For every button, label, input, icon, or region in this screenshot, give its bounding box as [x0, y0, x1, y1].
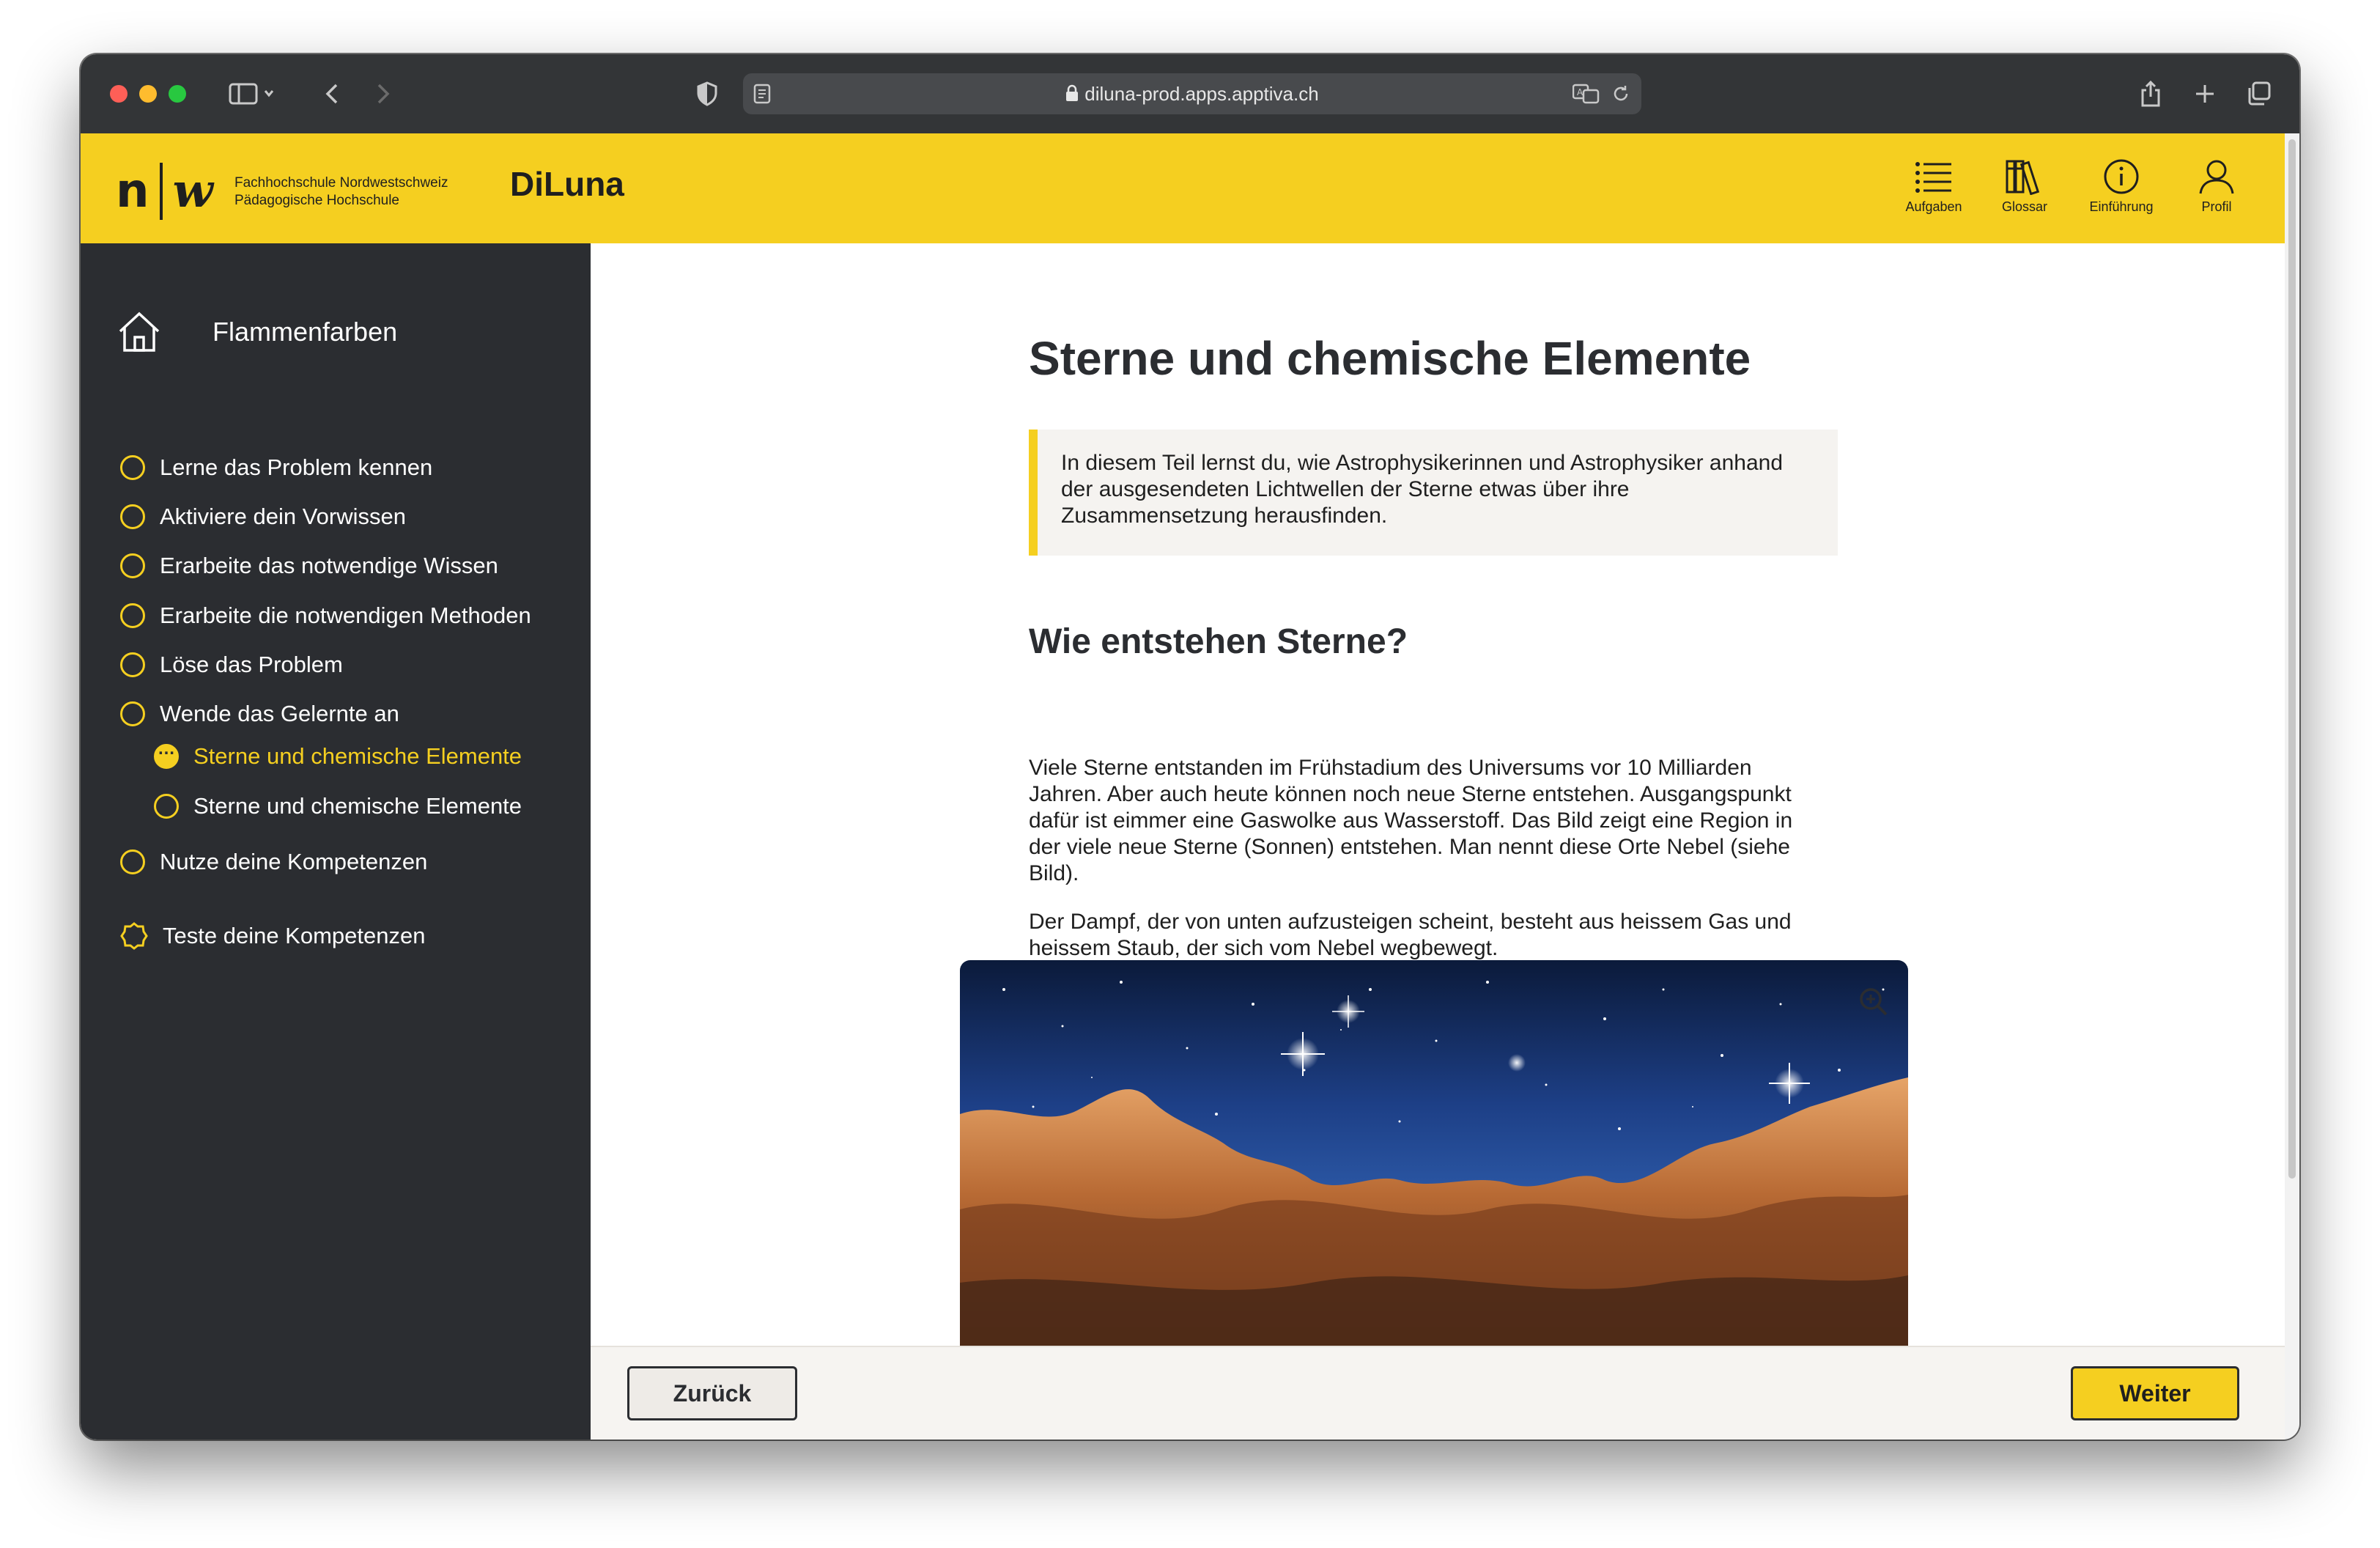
sidebar-subitem-sterne-active[interactable]: Sterne und chemische Elemente [154, 739, 522, 770]
list-icon [1915, 162, 1951, 193]
forward-nav-button[interactable] [365, 76, 402, 111]
nav-profil[interactable]: Profil [2176, 158, 2257, 215]
sidebar-item-label: Nutze deine Kompetenzen [160, 849, 428, 874]
in-progress-icon [154, 739, 179, 769]
chevron-left-icon [325, 84, 338, 104]
sidebar-item-label: Lerne das Problem kennen [160, 454, 433, 480]
scrollbar-thumb[interactable] [2288, 139, 2296, 1179]
sidebar-item-label: Wende das Gelernte an [160, 701, 399, 726]
svg-text:A: A [1577, 87, 1583, 97]
nav-einfuehrung-label: Einführung [2089, 199, 2154, 214]
next-button[interactable]: Weiter [2071, 1366, 2239, 1420]
progress-circle-icon [120, 849, 145, 874]
tab-overview-button[interactable] [2241, 76, 2277, 111]
school-line2: Pädagogische Hochschule [234, 193, 399, 208]
user-icon [2199, 160, 2234, 194]
progress-circle-icon [120, 652, 145, 677]
section-title: Wie entstehen Sterne? [1029, 622, 1408, 661]
nebula-picture [960, 960, 1908, 1346]
test-badge-icon [120, 922, 148, 950]
sidebar-item-label: Löse das Problem [160, 652, 343, 677]
sidebar-item-label: Erarbeite das notwendige Wissen [160, 553, 498, 578]
sidebar-title: Flammenfarben [212, 317, 398, 347]
chevron-right-icon [377, 84, 390, 104]
sidebar: Flammenfarben Lerne das Problem kennen A… [81, 243, 591, 1440]
sidebar-item-label: Aktiviere dein Vorwissen [160, 504, 406, 529]
reload-icon[interactable] [1611, 84, 1631, 108]
sidebar-item-methoden[interactable]: Erarbeite die notwendigen Methoden [120, 602, 531, 629]
sidebar-item-teste-kompetenzen[interactable]: Teste deine Kompetenzen [120, 922, 425, 950]
back-button[interactable]: Zurück [627, 1366, 797, 1420]
paragraph-1: Viele Sterne entstanden im Frühstadium d… [1029, 756, 1793, 885]
plus-icon [2196, 85, 2214, 103]
school-line1: Fachhochschule Nordwestschweiz [234, 175, 448, 191]
site-header: n w Fachhochschule Nordwestschweiz Pädag… [81, 133, 2285, 243]
tabs-icon [2248, 81, 2271, 106]
sidebar-subitem-sterne[interactable]: Sterne und chemische Elemente [154, 793, 522, 819]
paragraph-2: Der Dampf, der von unten aufzusteigen sc… [1029, 910, 1792, 960]
url-display: diluna-prod.apps.apptiva.ch [743, 73, 1641, 114]
sidebar-item-label: Sterne und chemische Elemente [193, 743, 522, 769]
progress-circle-icon [120, 701, 145, 726]
sidebar-item-loese-problem[interactable]: Löse das Problem [120, 652, 343, 678]
nav-glossar[interactable]: Glossar [1984, 158, 2065, 215]
share-icon [2141, 80, 2160, 107]
close-window-button[interactable] [110, 85, 128, 103]
share-button[interactable] [2132, 76, 2169, 111]
progress-circle-icon [120, 603, 145, 628]
privacy-shield-button[interactable] [689, 76, 725, 111]
progress-circle-icon [120, 553, 145, 578]
page-scrollbar[interactable] [2285, 133, 2299, 1440]
app-brand[interactable]: DiLuna [510, 164, 624, 204]
progress-circle-icon [120, 504, 145, 529]
footer-bar: Zurück Weiter [591, 1346, 2285, 1440]
new-tab-button[interactable] [2187, 76, 2223, 111]
browser-window: diluna-prod.apps.apptiva.ch A n w Fachho… [81, 54, 2299, 1440]
translate-icon[interactable]: A [1572, 84, 1600, 108]
sidebar-item-wissen[interactable]: Erarbeite das notwendige Wissen [120, 553, 498, 579]
sidebar-toggle-button[interactable] [223, 76, 281, 111]
sidebar-item-label: Teste deine Kompetenzen [163, 923, 426, 948]
logo-n: n [116, 164, 149, 218]
books-icon [2006, 160, 2040, 195]
sidebar-icon [229, 83, 274, 105]
info-icon [2104, 159, 2139, 194]
school-name: Fachhochschule Nordwestschweiz Pädagogis… [234, 174, 448, 210]
nav-glossar-label: Glossar [2001, 199, 2047, 214]
progress-circle-icon [154, 794, 179, 819]
address-bar[interactable]: diluna-prod.apps.apptiva.ch A [743, 73, 1641, 114]
sidebar-item-wende-an[interactable]: Wende das Gelernte an [120, 701, 399, 727]
page-title: Sterne und chemische Elemente [1029, 332, 1751, 385]
home-icon [119, 312, 160, 352]
sidebar-item-label: Erarbeite die notwendigen Methoden [160, 602, 531, 628]
sidebar-item-kompetenzen[interactable]: Nutze deine Kompetenzen [120, 849, 427, 875]
nav-profil-label: Profil [2201, 199, 2232, 214]
sidebar-home[interactable]: Flammenfarben [117, 311, 397, 353]
nav-einfuehrung[interactable]: Einführung [2081, 158, 2162, 215]
progress-circle-icon [120, 455, 145, 480]
intro-callout: In diesem Teil lernst du, wie Astrophysi… [1029, 430, 1838, 556]
sidebar-item-vorwissen[interactable]: Aktiviere dein Vorwissen [120, 504, 406, 530]
logo-w: w [172, 163, 213, 218]
browser-toolbar: diluna-prod.apps.apptiva.ch A [81, 54, 2299, 135]
back-nav-button[interactable] [314, 76, 350, 111]
callout-text: In diesem Teil lernst du, wie Astrophysi… [1061, 451, 1784, 528]
zoom-window-button[interactable] [169, 85, 186, 103]
sidebar-item-label: Sterne und chemische Elemente [193, 793, 522, 819]
minimize-window-button[interactable] [139, 85, 157, 103]
nav-aufgaben[interactable]: Aufgaben [1893, 158, 1974, 215]
url-text: diluna-prod.apps.apptiva.ch [1084, 83, 1319, 105]
nav-aufgaben-label: Aufgaben [1905, 199, 1962, 214]
zoom-in-icon[interactable] [1858, 987, 1889, 1021]
fhnw-logo[interactable]: n w [116, 163, 213, 220]
logo-divider [159, 163, 163, 220]
shield-icon [697, 81, 717, 106]
nebula-image[interactable] [960, 960, 1908, 1346]
sidebar-item-lerne-das-problem[interactable]: Lerne das Problem kennen [120, 454, 432, 481]
lock-icon [1065, 75, 1079, 116]
main-content: Sterne und chemische Elemente In diesem … [591, 243, 2285, 1346]
